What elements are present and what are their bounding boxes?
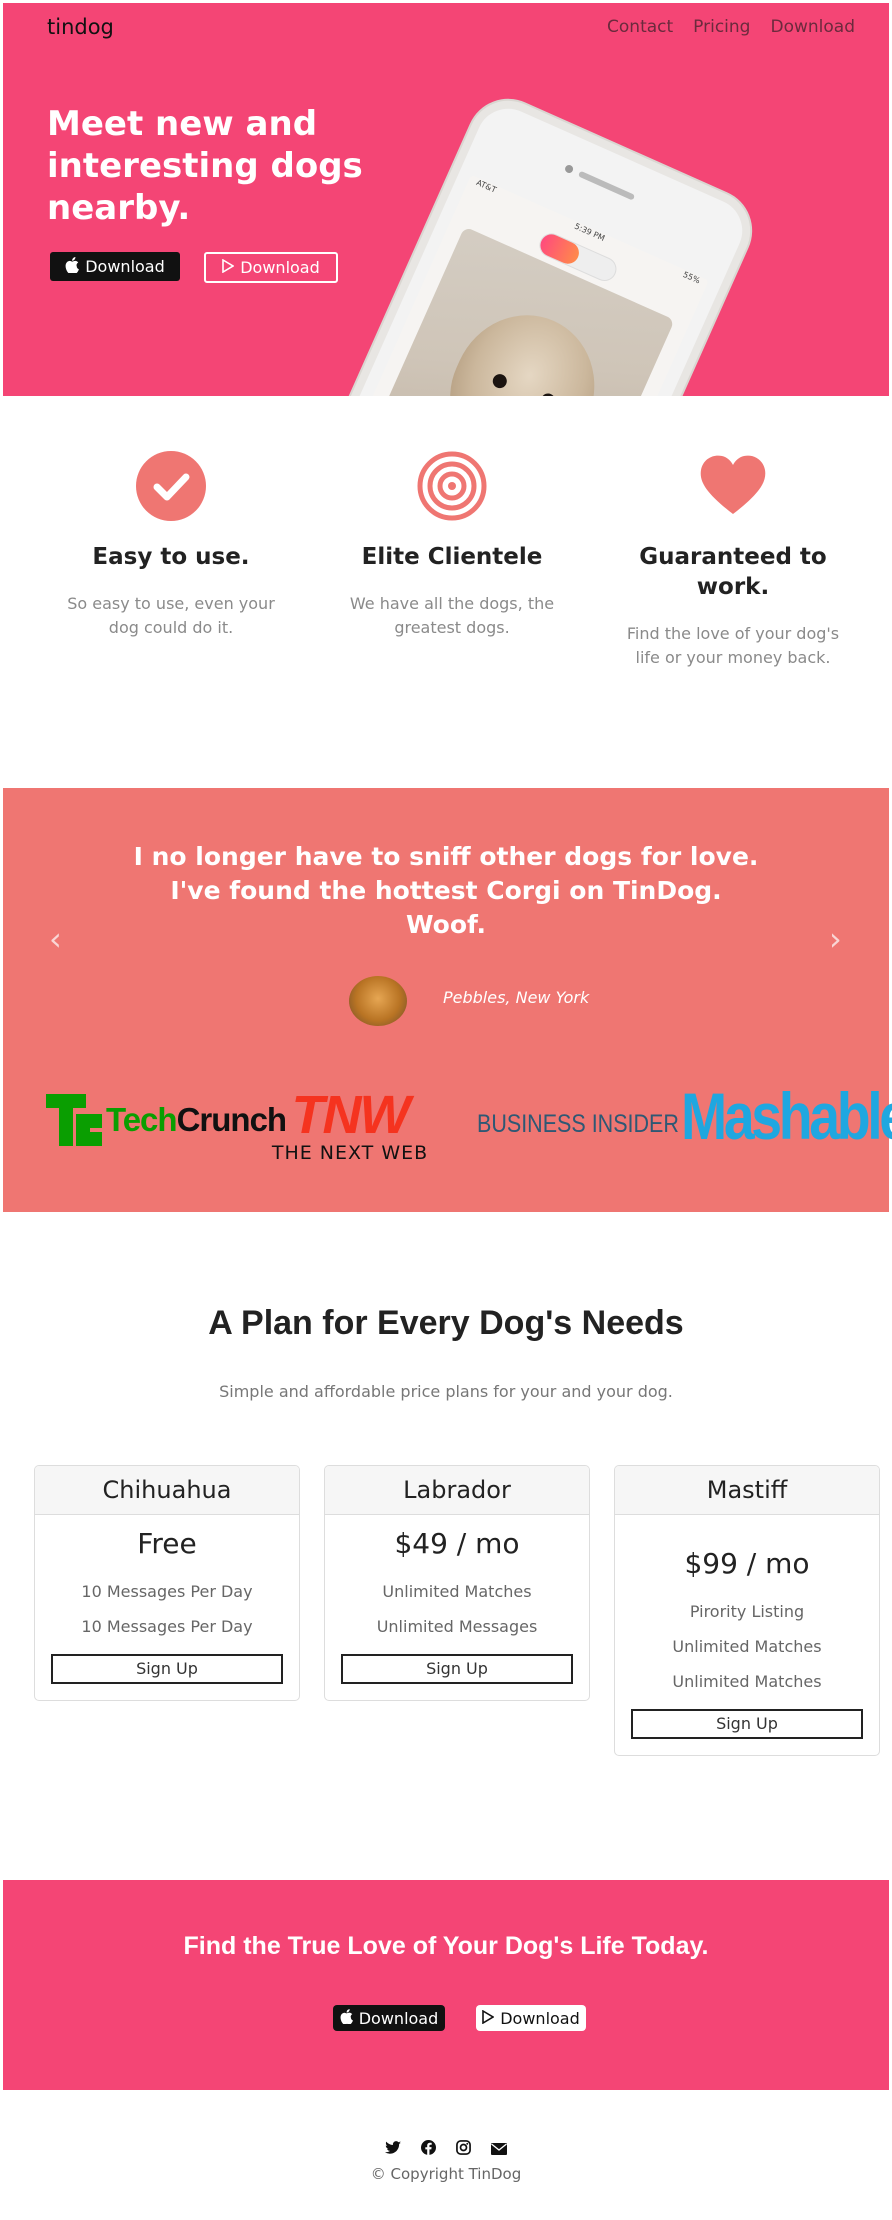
sign-up-button[interactable]: Sign Up (341, 1654, 573, 1684)
bullseye-icon (416, 450, 488, 522)
tnw-mark: TNW (291, 1085, 411, 1145)
feature-text: So easy to use, even your dog could do i… (67, 594, 275, 637)
dog-head (428, 292, 618, 396)
cta-google-play-download-button[interactable]: Download (476, 2005, 586, 2031)
testimonial-author: Pebbles, New York (443, 988, 590, 1007)
plan-feature: Unlimited Matches (672, 1672, 822, 1691)
feature-easy-to-use: Easy to use. So easy to use, even your d… (46, 450, 296, 640)
plan-name: Chihuahua (35, 1466, 299, 1515)
business-insider-logo: BUSINESS INSIDER (477, 1110, 679, 1138)
nav-link-pricing[interactable]: Pricing (693, 17, 750, 37)
apple-download-label: Download (85, 257, 165, 276)
hero-section: tindog Contact Pricing Download Meet new… (3, 3, 889, 396)
plan-feature: Unlimited Matches (382, 1582, 532, 1601)
pricing-card-labrador: Labrador $49 / mo Unlimited Matches Unli… (324, 1465, 590, 1701)
plan-price: $99 / mo (684, 1547, 810, 1580)
sign-up-button[interactable]: Sign Up (631, 1709, 863, 1739)
plan-feature: Pirority Listing (689, 1602, 805, 1621)
mashable-logo: Mashable (681, 1079, 892, 1153)
brand-logo[interactable]: tindog (47, 15, 114, 39)
cta-apple-download-label: Download (358, 2008, 439, 2028)
cta-google-play-download-label: Download (500, 2008, 580, 2028)
feature-text: Find the love of your dog's life or your… (626, 624, 840, 667)
carousel-next-icon[interactable]: › (829, 920, 842, 958)
plan-price: Free (137, 1527, 197, 1560)
plan-feature: 10 Messages Per Day (81, 1617, 253, 1636)
nav-link-download[interactable]: Download (770, 17, 855, 37)
tnw-logo: TNW THE NEXT WEB (259, 1088, 441, 1164)
copyright-text: © Copyright TinDog (370, 2165, 522, 2183)
plan-name: Mastiff (615, 1466, 879, 1515)
sign-up-button[interactable]: Sign Up (51, 1654, 283, 1684)
social-links (0, 2140, 892, 2159)
navbar-links: Contact Pricing Download (607, 17, 855, 37)
feature-elite-clientele: Elite Clientele We have all the dogs, th… (327, 450, 577, 640)
twitter-icon[interactable] (385, 2140, 401, 2159)
apple-icon (65, 256, 80, 277)
carousel-prev-icon[interactable]: ‹ (49, 920, 62, 958)
cta-title: Find the True Love of Your Dog's Life To… (183, 1932, 709, 1960)
feature-title: Elite Clientele (361, 544, 543, 570)
google-play-download-button[interactable]: Download (204, 252, 338, 283)
nav-link-contact[interactable]: Contact (607, 17, 673, 37)
plan-feature: Unlimited Messages (376, 1617, 538, 1636)
cta-section: Find the True Love of Your Dog's Life To… (3, 1880, 889, 2090)
heart-icon (697, 450, 769, 522)
phone-carrier: AT&T (474, 177, 498, 195)
instagram-icon[interactable] (456, 2140, 471, 2159)
feature-text: We have all the dogs, the greatest dogs. (349, 594, 555, 637)
testimonial-section: ‹ › I no longer have to sniff other dogs… (3, 788, 892, 1212)
phone-speaker (577, 170, 636, 201)
feature-guaranteed: Guaranteed to work. Find the love of you… (608, 450, 858, 670)
pricing-card-chihuahua: Chihuahua Free 10 Messages Per Day 10 Me… (34, 1465, 300, 1701)
plan-price: $49 / mo (394, 1527, 520, 1560)
apple-download-button[interactable]: Download (50, 252, 180, 281)
pricing-title: A Plan for Every Dog's Needs (208, 1304, 684, 1342)
techcrunch-logo: TechCrunch (46, 1094, 287, 1146)
google-play-icon (482, 2009, 495, 2028)
feature-title: Guaranteed to work. (639, 544, 827, 600)
apple-icon (340, 2008, 353, 2028)
testimonial-quote: I no longer have to sniff other dogs for… (133, 842, 759, 939)
hero-title: Meet new and interesting dogs nearby. (47, 104, 363, 228)
testimonial-avatar (349, 976, 407, 1026)
google-play-download-label: Download (240, 258, 320, 277)
pricing-card-mastiff: Mastiff $99 / mo Pirority Listing Unlimi… (614, 1465, 880, 1756)
phone-camera (563, 163, 575, 175)
feature-title: Easy to use. (92, 544, 250, 570)
phone-battery: 55% (681, 269, 702, 286)
check-circle-icon (135, 450, 207, 522)
plan-feature: 10 Messages Per Day (81, 1582, 253, 1601)
pricing-subtitle: Simple and affordable price plans for yo… (219, 1382, 673, 1401)
plan-feature: Unlimited Matches (672, 1637, 822, 1656)
plan-name: Labrador (325, 1466, 589, 1515)
tnw-subtitle: THE NEXT WEB (271, 1142, 429, 1164)
google-play-icon (222, 258, 235, 277)
cta-apple-download-button[interactable]: Download (333, 2005, 445, 2031)
envelope-icon[interactable] (491, 2140, 507, 2159)
facebook-icon[interactable] (421, 2140, 436, 2159)
